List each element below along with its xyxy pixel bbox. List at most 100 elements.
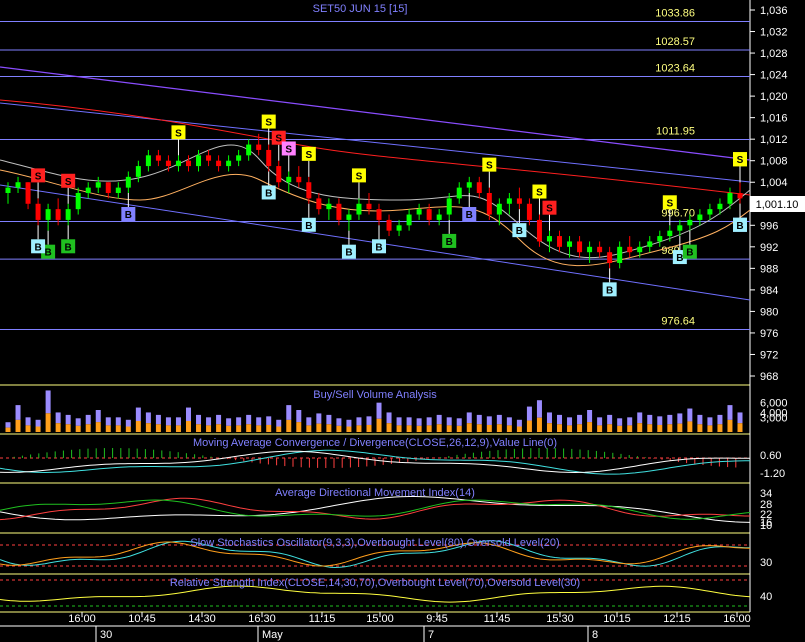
- candle-body: [145, 155, 151, 167]
- volume-bar-buy: [65, 414, 71, 425]
- signal-label: S: [65, 177, 72, 188]
- candle-body: [206, 155, 212, 161]
- volume-bar-buy: [466, 412, 472, 424]
- time-tick-label: 12:15: [663, 613, 691, 625]
- price-tick-label: 1,028: [760, 48, 788, 60]
- date-tick-label: 8: [592, 629, 598, 641]
- volume-bar-buy: [456, 418, 462, 426]
- adx-panel: [0, 496, 751, 523]
- candle-body: [667, 230, 673, 237]
- candle-body: [376, 209, 382, 220]
- candle-body: [256, 144, 262, 150]
- volume-bar-sell: [587, 422, 593, 432]
- volume-bar-sell: [196, 424, 202, 432]
- candle-body: [226, 160, 232, 167]
- volume-bar-buy: [567, 417, 573, 426]
- macd-tick-label: -1.20: [760, 468, 785, 480]
- adx-tick-label: 10: [760, 520, 772, 532]
- volume-bar-sell: [115, 425, 121, 432]
- adx-line: [0, 496, 751, 523]
- rsi-panel-title: Relative Strength Index(CLOSE,14,30,70),…: [170, 577, 580, 589]
- signal-label: S: [737, 155, 744, 166]
- volume-bar-buy: [657, 416, 663, 425]
- price-tick-label: 1,032: [760, 27, 788, 39]
- candle-body: [115, 187, 121, 193]
- signal-label: B: [125, 210, 132, 221]
- volume-bar-buy: [326, 414, 332, 425]
- volume-bar-sell: [206, 425, 212, 432]
- candle-body: [35, 203, 41, 220]
- volume-bar-sell: [326, 424, 332, 432]
- candle-body: [406, 214, 412, 226]
- volume-bar-buy: [286, 405, 292, 420]
- volume-bar-buy: [737, 412, 743, 424]
- volume-bar-buy: [647, 414, 653, 425]
- volume-bar-buy: [206, 417, 212, 426]
- candle-body: [647, 241, 653, 247]
- level-label: 1011.95: [656, 125, 695, 137]
- candle-body: [306, 182, 312, 199]
- signal-label: S: [265, 118, 272, 129]
- time-tick-label: 16:00: [68, 613, 96, 625]
- price-tick-label: 988: [760, 263, 778, 275]
- candle-body: [436, 214, 442, 220]
- trend-lines: [0, 66, 751, 301]
- candle-body: [165, 160, 171, 167]
- signal-label: B: [606, 285, 613, 296]
- adx-panel-title: Average Directional Movement Index(14): [275, 487, 475, 499]
- candle-body: [386, 219, 392, 231]
- candle-body: [476, 182, 482, 193]
- volume-bar-buy: [346, 419, 352, 427]
- volume-bar-buy: [506, 417, 512, 426]
- volume-bar-buy: [546, 412, 552, 424]
- candle-body: [216, 160, 222, 167]
- volume-bar-sell: [296, 422, 302, 432]
- volume-bar-sell: [95, 422, 101, 432]
- volume-bar-sell: [55, 423, 61, 432]
- volume-bar-buy: [376, 402, 382, 419]
- volume-bar-sell: [577, 424, 583, 432]
- volume-bar-sell: [597, 425, 603, 432]
- price-tick-label: 1,024: [760, 70, 788, 82]
- volume-bar-sell: [366, 424, 372, 432]
- candle-body: [557, 236, 563, 247]
- candle-body: [326, 203, 332, 210]
- volume-bar-sell: [35, 426, 41, 432]
- volume-bar-buy: [516, 419, 522, 427]
- candle-body: [125, 176, 131, 188]
- candle-body: [496, 203, 502, 215]
- volume-bar-buy: [226, 418, 232, 426]
- volume-bar-buy: [436, 414, 442, 425]
- volume-bar-sell: [476, 424, 482, 432]
- price-tick-label: 992: [760, 242, 778, 254]
- price-tick-label: 1,036: [760, 5, 788, 17]
- signal-label: B: [446, 237, 453, 248]
- volume-bar-sell: [647, 424, 653, 432]
- date-tick-label: 7: [428, 629, 434, 641]
- candle-body: [607, 252, 613, 263]
- volume-bar-sell: [105, 425, 111, 432]
- signal-label: B: [676, 253, 683, 264]
- price-tick-label: 1,004: [760, 177, 788, 189]
- candle-body: [346, 214, 352, 220]
- volume-bar-buy: [667, 414, 673, 425]
- volume-bar-sell: [637, 423, 643, 432]
- last-price-badge: 1,001.10: [750, 196, 805, 212]
- time-tick-label: 9:45: [426, 613, 447, 625]
- volume-bar-buy: [165, 417, 171, 426]
- signal-label: S: [536, 188, 543, 199]
- volume-bar-sell: [486, 424, 492, 432]
- volume-bar-sell: [436, 424, 442, 432]
- candle-body: [456, 187, 462, 199]
- volume-bar-buy: [145, 412, 151, 424]
- volume-bar-sell: [155, 424, 161, 432]
- candle-body: [396, 225, 402, 231]
- volume-bar-sell: [466, 423, 472, 432]
- candle-body: [296, 176, 302, 183]
- volume-bar-sell: [386, 423, 392, 432]
- volume-bar-buy: [55, 412, 61, 424]
- level-label: 1028.57: [655, 36, 695, 48]
- volume-bar-sell: [607, 424, 613, 432]
- volume-bar-sell: [346, 426, 352, 432]
- candle-body: [75, 193, 81, 210]
